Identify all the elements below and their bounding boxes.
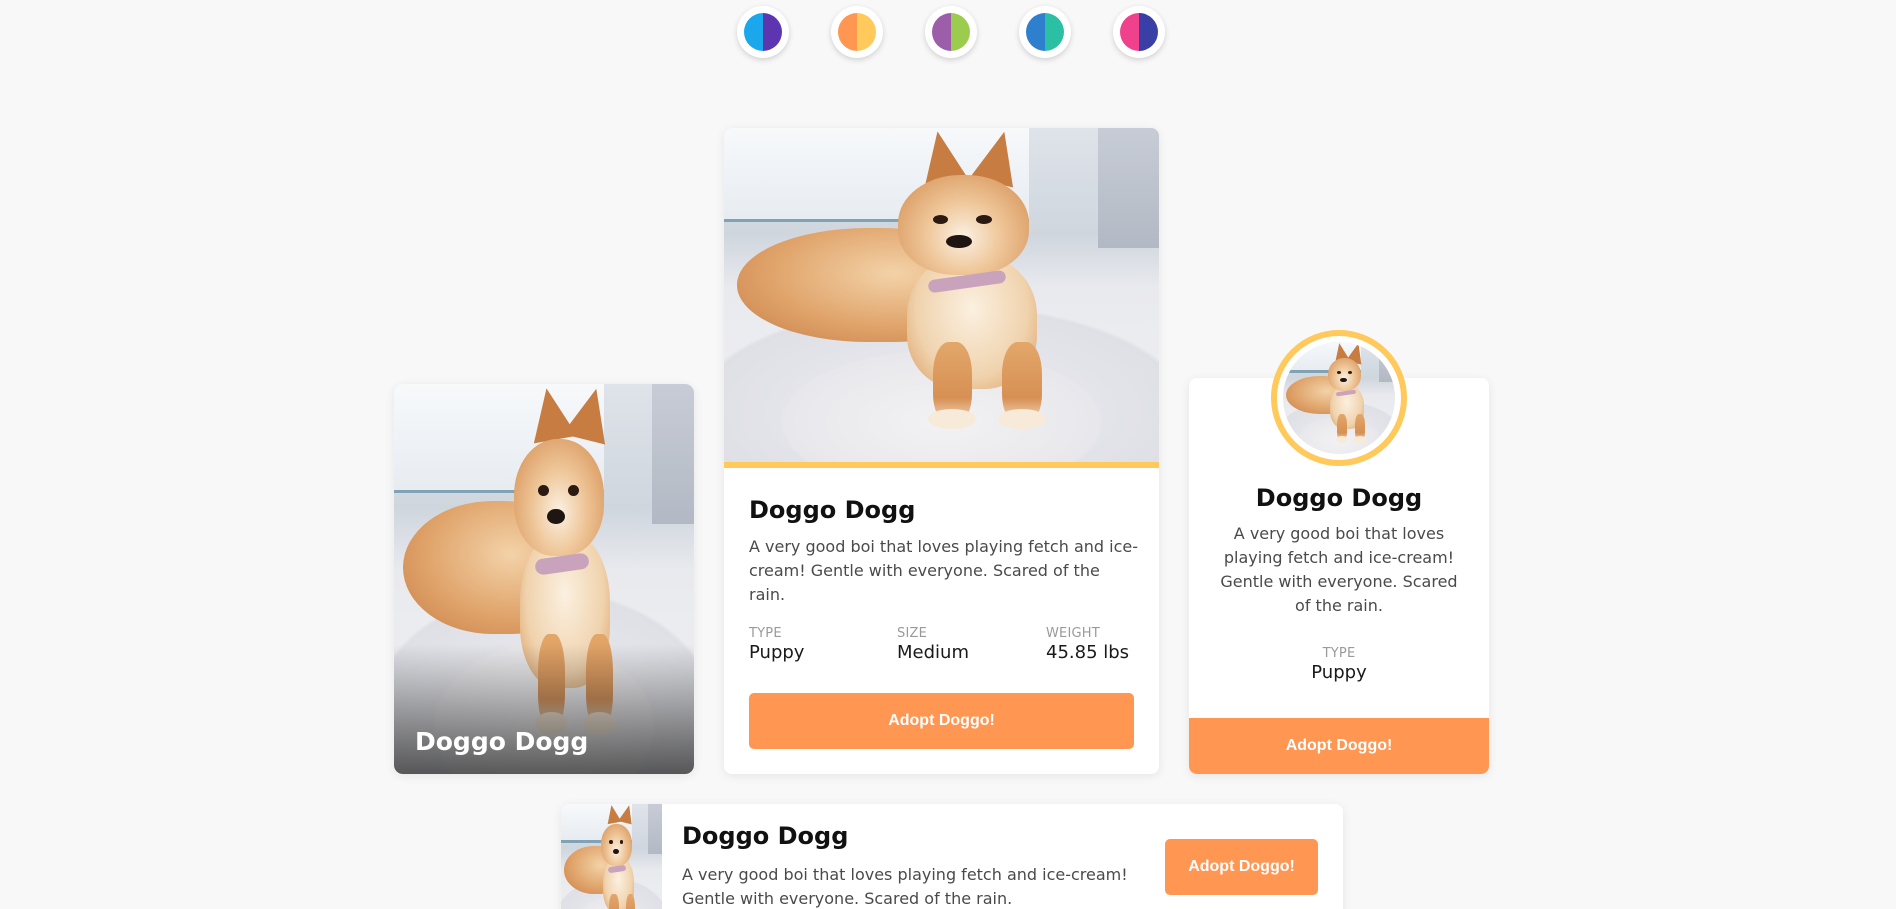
dog-card-profile: Doggo Dogg A very good boi that loves pl… — [1189, 330, 1489, 774]
stat-value: 45.85 lbs — [1046, 642, 1130, 663]
stat-label: TYPE — [749, 626, 782, 641]
dog-photo — [561, 804, 662, 909]
dog-name: Doggo Dogg — [749, 496, 916, 524]
dog-description: A very good boi that loves playing fetch… — [682, 865, 1128, 908]
stat-type: TYPE Puppy — [1189, 646, 1489, 683]
swatch-purple-green[interactable] — [925, 6, 977, 58]
swatch-blue-teal[interactable] — [1019, 6, 1071, 58]
swatch-color-icon — [932, 13, 970, 51]
dog-description: A very good boi that loves playing fetch… — [749, 537, 1138, 604]
adopt-button[interactable]: Adopt Doggo! — [1165, 839, 1318, 895]
avatar — [1271, 330, 1407, 466]
swatch-orange-yellow[interactable] — [831, 6, 883, 58]
swatch-color-icon — [1120, 13, 1158, 51]
dog-card-image[interactable]: Doggo Dogg — [394, 384, 694, 774]
dog-photo — [1283, 342, 1395, 454]
adopt-button[interactable]: Adopt Doggo! — [1189, 718, 1489, 774]
dog-name: Doggo Dogg — [1255, 484, 1423, 512]
stat-label: WEIGHT — [1046, 626, 1100, 641]
swatch-color-icon — [838, 13, 876, 51]
stat-type: TYPE Puppy — [749, 626, 804, 663]
stat-weight: WEIGHT 45.85 lbs — [1046, 626, 1129, 663]
adopt-button[interactable]: Adopt Doggo! — [749, 693, 1134, 749]
swatch-pink-indigo[interactable] — [1113, 6, 1165, 58]
swatch-color-icon — [1026, 13, 1064, 51]
stat-label: TYPE — [1322, 646, 1356, 661]
stat-size: SIZE Medium — [897, 626, 969, 663]
stat-label: SIZE — [897, 626, 928, 641]
swatch-blue-purple[interactable] — [737, 6, 789, 58]
dog-name: Doggo Dogg — [682, 822, 849, 850]
accent-bar — [724, 462, 1159, 468]
stat-value: Medium — [897, 642, 969, 663]
dog-description: A very good boi that loves playing fetch… — [1220, 524, 1458, 615]
dog-photo — [724, 128, 1159, 462]
stat-value: Puppy — [749, 642, 805, 663]
dog-card-horizontal: Doggo Dogg A very good boi that loves pl… — [561, 804, 1343, 909]
dog-name: Doggo Dogg — [415, 727, 589, 756]
dog-card-featured: Doggo Dogg A very good boi that loves pl… — [724, 128, 1159, 774]
theme-swatches — [0, 4, 1896, 58]
stat-value: Puppy — [1311, 662, 1367, 683]
swatch-color-icon — [744, 13, 782, 51]
